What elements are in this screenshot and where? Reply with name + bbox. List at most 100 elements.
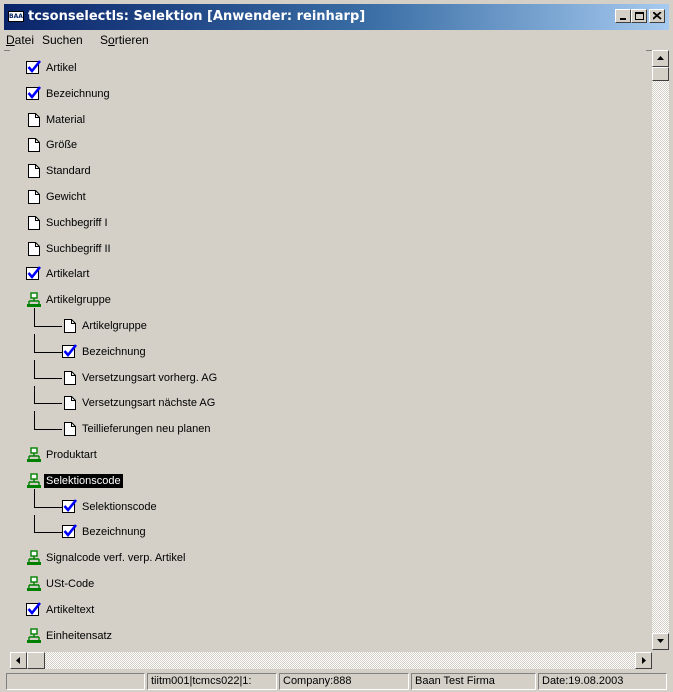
tree-item-label: Versetzungsart nächste AG bbox=[82, 397, 216, 410]
tree-item[interactable]: Produktart bbox=[26, 446, 99, 464]
tree-item-label: Artikelgruppe bbox=[46, 294, 111, 307]
tree-item[interactable]: Gewicht bbox=[26, 188, 88, 206]
horizontal-scroll-thumb[interactable] bbox=[27, 652, 45, 669]
hierarchy-icon bbox=[26, 292, 42, 308]
tree-connector bbox=[34, 385, 35, 405]
tree-connector bbox=[34, 359, 35, 379]
tree-child-item[interactable]: Versetzungsart vorherg. AG bbox=[62, 369, 219, 387]
hierarchy-icon bbox=[26, 550, 42, 566]
status-empty bbox=[6, 673, 145, 690]
horizontal-scrollbar[interactable] bbox=[10, 652, 652, 669]
status-date: Date:19.08.2003 bbox=[538, 673, 667, 690]
document-icon bbox=[62, 318, 78, 334]
tree-item-label: USt-Code bbox=[46, 578, 95, 590]
window-title: tcsonselectls: Selektion [Anwender: rein… bbox=[28, 9, 366, 24]
tree-item[interactable]: Standard bbox=[26, 162, 93, 180]
selection-window: BAAN tcsonselectls: Selektion [Anwender:… bbox=[0, 0, 673, 692]
scroll-left-button[interactable] bbox=[10, 652, 27, 669]
menu-sortieren[interactable]: Sortieren bbox=[100, 33, 149, 47]
tree-item[interactable]: Bezeichnung bbox=[26, 85, 112, 103]
tree-child-item[interactable]: Artikelgruppe bbox=[62, 317, 149, 335]
hierarchy-icon bbox=[26, 627, 42, 644]
maximize-button[interactable] bbox=[631, 9, 647, 23]
document-icon bbox=[26, 241, 42, 257]
checked-checkbox-icon[interactable] bbox=[26, 601, 42, 618]
maximize-icon bbox=[635, 12, 644, 20]
tree-item-label: Einheitensatz bbox=[46, 629, 113, 642]
document-icon bbox=[62, 421, 78, 437]
menu-sortieren-mnemonic: o bbox=[108, 33, 115, 47]
tree-item[interactable]: Artikel bbox=[26, 59, 79, 77]
arrow-right-icon bbox=[642, 657, 646, 664]
checked-checkbox-icon[interactable] bbox=[26, 85, 42, 102]
arrow-up-icon bbox=[657, 56, 664, 60]
checked-checkbox-icon[interactable] bbox=[26, 60, 42, 76]
hierarchy-icon bbox=[26, 473, 42, 489]
tree-child-item[interactable]: Bezeichnung bbox=[62, 523, 148, 541]
tree-item[interactable]: Signalcode verf. verp. Artikel bbox=[26, 549, 187, 567]
hierarchy-icon bbox=[26, 447, 42, 463]
tree-connector bbox=[34, 532, 62, 534]
scroll-up-button[interactable] bbox=[652, 50, 669, 67]
tree-item[interactable]: Artikeltext bbox=[26, 601, 96, 619]
document-icon bbox=[26, 137, 42, 153]
vertical-scrollbar[interactable] bbox=[652, 50, 669, 650]
tree-item-label: Suchbegriff I bbox=[46, 216, 108, 229]
checked-checkbox-icon[interactable] bbox=[62, 343, 78, 360]
close-icon bbox=[653, 12, 662, 20]
tree-item[interactable]: Material bbox=[26, 111, 87, 129]
close-button[interactable] bbox=[649, 9, 665, 23]
tree-item-label: Selektionscode bbox=[44, 473, 123, 488]
tree-item-label: Gewicht bbox=[46, 191, 86, 203]
minimize-button[interactable] bbox=[615, 9, 631, 23]
menu-datei[interactable]: Datei bbox=[6, 33, 34, 47]
tree-item[interactable]: Artikelgruppe bbox=[26, 291, 113, 309]
tree-item-label: Material bbox=[46, 113, 86, 126]
tree-item-label: Bezeichnung bbox=[46, 87, 110, 100]
document-icon bbox=[62, 395, 78, 411]
tree-item-label: Suchbegriff II bbox=[46, 242, 111, 255]
arrow-left-icon bbox=[16, 657, 20, 664]
tree-connector bbox=[34, 403, 62, 405]
tree-child-item[interactable]: Teillieferungen neu planen bbox=[62, 420, 212, 438]
tree-connector bbox=[34, 411, 35, 431]
scroll-down-button[interactable] bbox=[652, 633, 669, 650]
vertical-scroll-thumb[interactable] bbox=[652, 67, 669, 81]
menu-bar: Datei Suchen Sortieren bbox=[4, 30, 669, 51]
tree-child-item[interactable]: Selektionscode bbox=[62, 498, 159, 516]
arrow-down-icon bbox=[657, 639, 664, 643]
document-icon bbox=[26, 215, 42, 231]
menu-datei-label: atei bbox=[14, 33, 35, 47]
menu-suchen[interactable]: Suchen bbox=[42, 33, 83, 47]
tree-item[interactable]: Suchbegriff II bbox=[26, 240, 113, 258]
field-selection-tree[interactable]: Artikel Bezeichnung Material Größe Standard G… bbox=[10, 50, 646, 650]
tree-child-item[interactable]: Versetzungsart nächste AG bbox=[62, 394, 217, 412]
tree-item[interactable]: Größe bbox=[26, 136, 79, 154]
title-bar[interactable]: BAAN tcsonselectls: Selektion [Anwender:… bbox=[4, 4, 669, 30]
tree-item[interactable]: Artikelart bbox=[26, 265, 91, 283]
tree-connector bbox=[34, 334, 35, 353]
app-icon[interactable]: BAAN bbox=[8, 11, 24, 22]
document-icon bbox=[62, 370, 78, 386]
tree-item-label: Signalcode verf. verp. Artikel bbox=[46, 552, 186, 565]
status-firm: Baan Test Firma bbox=[411, 673, 536, 690]
document-icon bbox=[26, 163, 42, 179]
checked-checkbox-icon[interactable] bbox=[26, 266, 42, 282]
menu-datei-mnemonic: D bbox=[6, 33, 15, 47]
tree-child-item[interactable]: Bezeichnung bbox=[62, 343, 148, 361]
menu-sortieren-prefix: S bbox=[100, 33, 109, 47]
tree-connector bbox=[34, 308, 35, 327]
tree-item[interactable]: Einheitensatz bbox=[26, 627, 114, 645]
tree-item[interactable]: Suchbegriff I bbox=[26, 214, 110, 232]
tree-connector bbox=[34, 506, 62, 508]
tree-item[interactable]: USt-Code bbox=[26, 575, 96, 593]
tree-item-label: Artikel bbox=[46, 62, 77, 74]
status-session: tiitm001|tcmcs022|1: bbox=[147, 673, 277, 690]
checked-checkbox-icon[interactable] bbox=[62, 498, 78, 515]
tree-item-label: Bezeichnung bbox=[82, 345, 146, 358]
checked-checkbox-icon[interactable] bbox=[62, 524, 78, 540]
tree-item[interactable]: Selektionscode bbox=[26, 472, 123, 490]
tree-item-label: Artikeltext bbox=[46, 603, 95, 616]
menu-sortieren-label: rtieren bbox=[114, 33, 149, 47]
scroll-right-button[interactable] bbox=[635, 652, 652, 669]
